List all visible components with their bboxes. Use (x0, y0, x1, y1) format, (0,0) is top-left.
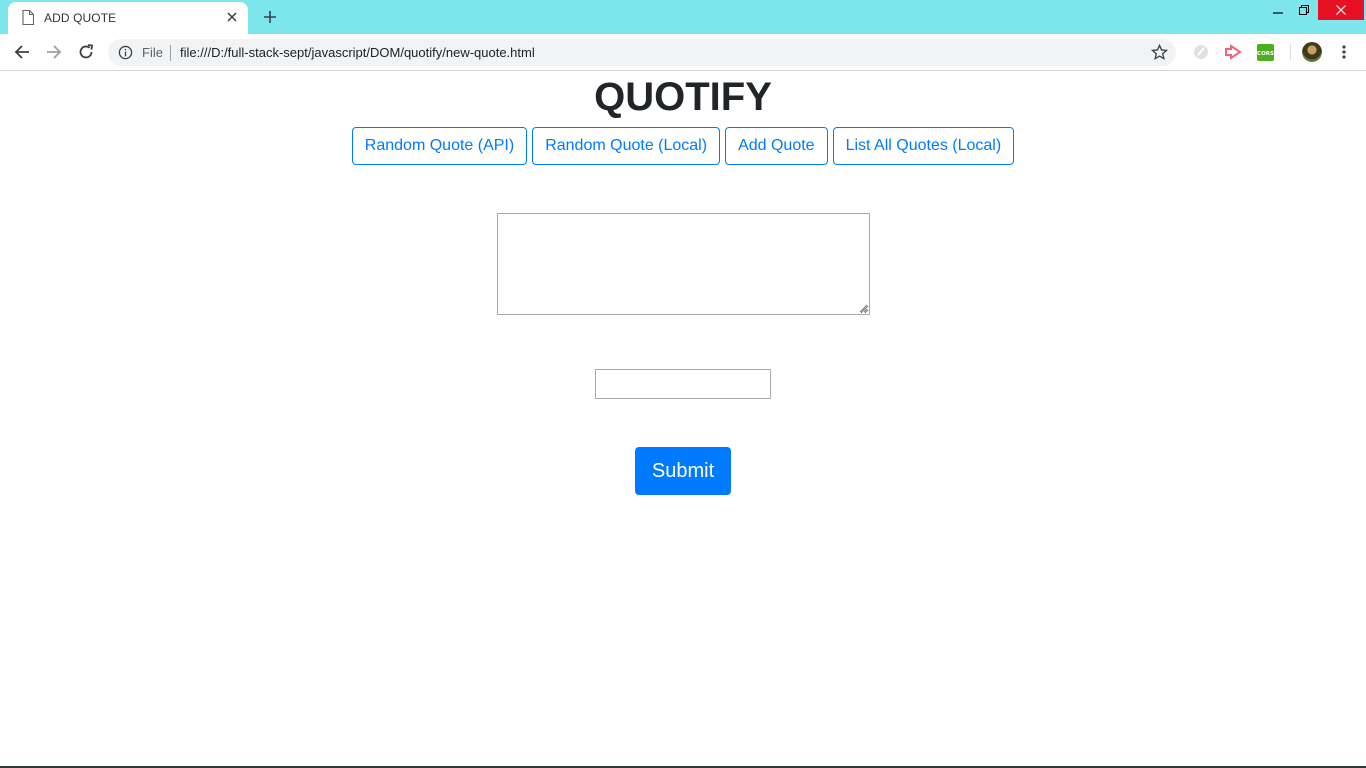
minimize-icon[interactable] (1265, 0, 1291, 20)
kebab-menu-icon[interactable] (1336, 42, 1352, 62)
add-quote-button[interactable]: Add Quote (725, 127, 828, 165)
browser-titlebar: ADD QUOTE (0, 0, 1366, 34)
url-text[interactable]: file:///D:/full-stack-sept/javascript/DO… (180, 45, 535, 60)
forward-arrow-icon[interactable] (44, 42, 64, 62)
profile-avatar[interactable] (1302, 42, 1322, 62)
restore-icon[interactable] (1291, 0, 1317, 20)
quote-textarea[interactable] (497, 213, 870, 315)
toolbar-divider (1290, 44, 1291, 60)
omnibox-divider (170, 45, 171, 61)
info-icon[interactable] (118, 45, 133, 60)
window-close-icon[interactable] (1318, 0, 1364, 20)
bookmark-star-icon[interactable] (1151, 44, 1168, 61)
random-quote-local-button[interactable]: Random Quote (Local) (532, 127, 721, 165)
reload-icon[interactable] (76, 42, 96, 62)
browser-toolbar: File file:///D:/full-stack-sept/javascri… (0, 34, 1366, 71)
back-arrow-icon[interactable] (12, 42, 32, 62)
cors-extension-icon[interactable]: CORS (1256, 43, 1274, 61)
play-extension-icon[interactable] (1224, 43, 1242, 61)
circle-extension-icon[interactable] (1192, 43, 1210, 61)
browser-tab[interactable]: ADD QUOTE (8, 2, 248, 34)
document-icon (22, 10, 34, 25)
new-tab-icon[interactable] (260, 7, 280, 27)
author-input[interactable] (595, 369, 771, 399)
svg-text:CORS: CORS (1257, 51, 1274, 57)
tab-close-icon[interactable] (224, 9, 240, 25)
page-title: QUOTIFY (594, 75, 772, 119)
nav-button-group: Random Quote (API) Random Quote (Local) … (0, 127, 1366, 165)
tab-title: ADD QUOTE (44, 11, 117, 25)
submit-button[interactable]: Submit (635, 447, 731, 495)
list-all-quotes-button[interactable]: List All Quotes (Local) (832, 127, 1015, 165)
scheme-label: File (142, 45, 163, 60)
random-quote-api-button[interactable]: Random Quote (API) (351, 127, 528, 165)
address-bar[interactable]: File file:///D:/full-stack-sept/javascri… (108, 39, 1176, 66)
